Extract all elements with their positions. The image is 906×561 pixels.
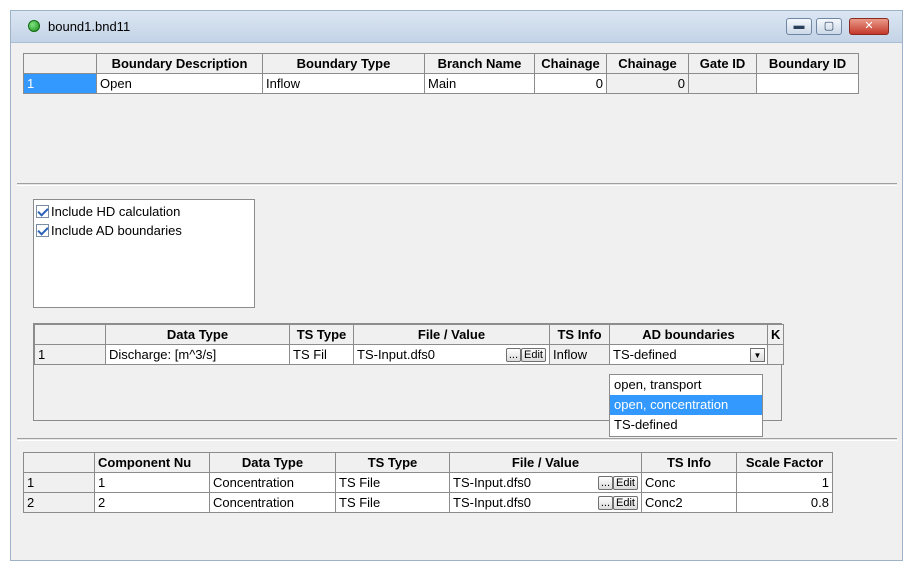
- browse-button[interactable]: ...: [597, 476, 614, 491]
- app-icon: [28, 20, 40, 32]
- checkbox-icon[interactable]: [36, 224, 49, 237]
- cell-chainage[interactable]: 0: [534, 73, 607, 94]
- cell-ts-info: Inflow: [549, 344, 610, 365]
- col-ts-type[interactable]: TS Type: [335, 452, 450, 473]
- col-ts-info[interactable]: TS Info: [641, 452, 737, 473]
- col-ts-type[interactable]: TS Type: [289, 324, 354, 345]
- col-component-number[interactable]: Component Nu: [94, 452, 210, 473]
- col-gate-id[interactable]: Gate ID: [688, 53, 757, 74]
- cell-k: [766, 344, 785, 365]
- cell-ts-info[interactable]: Conc: [641, 472, 737, 493]
- title-bar[interactable]: bound1.bnd11 ▬ ▢ ✕: [11, 11, 902, 43]
- cell-data-type[interactable]: Concentration: [209, 472, 336, 493]
- chevron-down-icon[interactable]: ▼: [750, 348, 765, 362]
- dropdown-option[interactable]: TS-defined: [610, 415, 762, 435]
- include-ad-checkbox[interactable]: Include AD boundaries: [36, 223, 276, 239]
- splitter[interactable]: [17, 183, 897, 186]
- cell-component-number[interactable]: 1: [94, 472, 210, 493]
- col-data-type[interactable]: Data Type: [209, 452, 336, 473]
- col-data-type[interactable]: Data Type: [105, 324, 290, 345]
- row-header-corner: [23, 452, 95, 473]
- row-header-corner: [34, 324, 106, 345]
- row-index[interactable]: 1: [23, 73, 97, 94]
- cell-data-type[interactable]: Discharge: [m^3/s]: [105, 344, 290, 365]
- cell-file-value[interactable]: TS-Input.dfs0... Edit: [449, 492, 642, 513]
- ad-boundaries-combo[interactable]: TS-defined ▼: [609, 344, 768, 365]
- col-chainage-2[interactable]: Chainage: [606, 53, 689, 74]
- col-ad-boundaries[interactable]: AD boundaries: [609, 324, 768, 345]
- cell-scale-factor[interactable]: 1: [736, 472, 833, 493]
- row-index[interactable]: 2: [23, 492, 95, 513]
- col-file-value[interactable]: File / Value: [449, 452, 642, 473]
- table-row[interactable]: 1 1 Concentration TS File TS-Input.dfs0.…: [23, 472, 833, 493]
- include-hd-label: Include HD calculation: [51, 204, 181, 219]
- edit-button[interactable]: Edit: [613, 496, 638, 511]
- cell-ts-type[interactable]: TS Fil: [289, 344, 354, 365]
- edit-button[interactable]: Edit: [521, 348, 546, 363]
- cell-file-value[interactable]: TS-Input.dfs0... Edit: [449, 472, 642, 493]
- row-index[interactable]: 1: [34, 344, 106, 365]
- maximize-button[interactable]: ▢: [816, 18, 842, 35]
- col-branch-name[interactable]: Branch Name: [424, 53, 535, 74]
- dropdown-option-selected[interactable]: open, concentration: [610, 395, 762, 415]
- dropdown-option[interactable]: open, transport: [610, 375, 762, 395]
- browse-button[interactable]: ...: [505, 348, 522, 363]
- cell-branch[interactable]: Main: [424, 73, 535, 94]
- splitter[interactable]: [17, 438, 897, 441]
- ad-boundaries-dropdown: open, transport open, concentration TS-d…: [609, 374, 763, 437]
- col-ts-info[interactable]: TS Info: [549, 324, 610, 345]
- col-boundary-id[interactable]: Boundary ID: [756, 53, 859, 74]
- cell-ts-type[interactable]: TS File: [335, 492, 450, 513]
- cell-description[interactable]: Open: [96, 73, 263, 94]
- cell-component-number[interactable]: 2: [94, 492, 210, 513]
- ts-table: Data Type TS Type File / Value TS Info A…: [34, 324, 785, 365]
- minimize-button[interactable]: ▬: [786, 18, 812, 35]
- browse-button[interactable]: ...: [597, 496, 614, 511]
- row-header-corner: [23, 53, 97, 74]
- window-title: bound1.bnd11: [48, 19, 131, 34]
- include-hd-checkbox[interactable]: Include HD calculation: [36, 204, 276, 220]
- cell-boundary-id[interactable]: [756, 73, 859, 94]
- cell-ts-type[interactable]: TS File: [335, 472, 450, 493]
- table-row[interactable]: 1 Open Inflow Main 0 0: [23, 73, 859, 94]
- row-index[interactable]: 1: [23, 472, 95, 493]
- close-button[interactable]: ✕: [849, 18, 889, 35]
- cell-ts-info[interactable]: Conc2: [641, 492, 737, 513]
- col-scale-factor[interactable]: Scale Factor: [736, 452, 833, 473]
- col-file-value[interactable]: File / Value: [353, 324, 550, 345]
- include-ad-label: Include AD boundaries: [51, 223, 182, 238]
- file-name: TS-Input.dfs0: [453, 474, 532, 490]
- table-row[interactable]: 1 Discharge: [m^3/s] TS Fil TS-Input.dfs…: [34, 344, 785, 365]
- cell-type[interactable]: Inflow: [262, 73, 425, 94]
- boundary-table: Boundary Description Boundary Type Branc…: [23, 53, 859, 94]
- col-chainage[interactable]: Chainage: [534, 53, 607, 74]
- edit-button[interactable]: Edit: [613, 476, 638, 491]
- file-name: TS-Input.dfs0: [453, 494, 532, 510]
- table-row[interactable]: 2 2 Concentration TS File TS-Input.dfs0.…: [23, 492, 833, 513]
- cell-data-type[interactable]: Concentration: [209, 492, 336, 513]
- ad-boundaries-value: TS-defined: [613, 347, 677, 362]
- cell-scale-factor[interactable]: 0.8: [736, 492, 833, 513]
- cell-chainage-2: 0: [606, 73, 689, 94]
- cell-file-value[interactable]: TS-Input.dfs0... Edit: [353, 344, 550, 365]
- col-boundary-description[interactable]: Boundary Description: [96, 53, 263, 74]
- checkbox-icon[interactable]: [36, 205, 49, 218]
- boundary-window: bound1.bnd11 ▬ ▢ ✕ Boundary Description …: [10, 10, 903, 561]
- boundary-panel: Boundary Description Boundary Type Branc…: [17, 44, 897, 183]
- col-k[interactable]: K: [766, 324, 785, 345]
- file-name: TS-Input.dfs0: [357, 346, 436, 362]
- cell-gate-id: [688, 73, 757, 94]
- components-table: Component Nu Data Type TS Type File / Va…: [23, 452, 833, 513]
- col-boundary-type[interactable]: Boundary Type: [262, 53, 425, 74]
